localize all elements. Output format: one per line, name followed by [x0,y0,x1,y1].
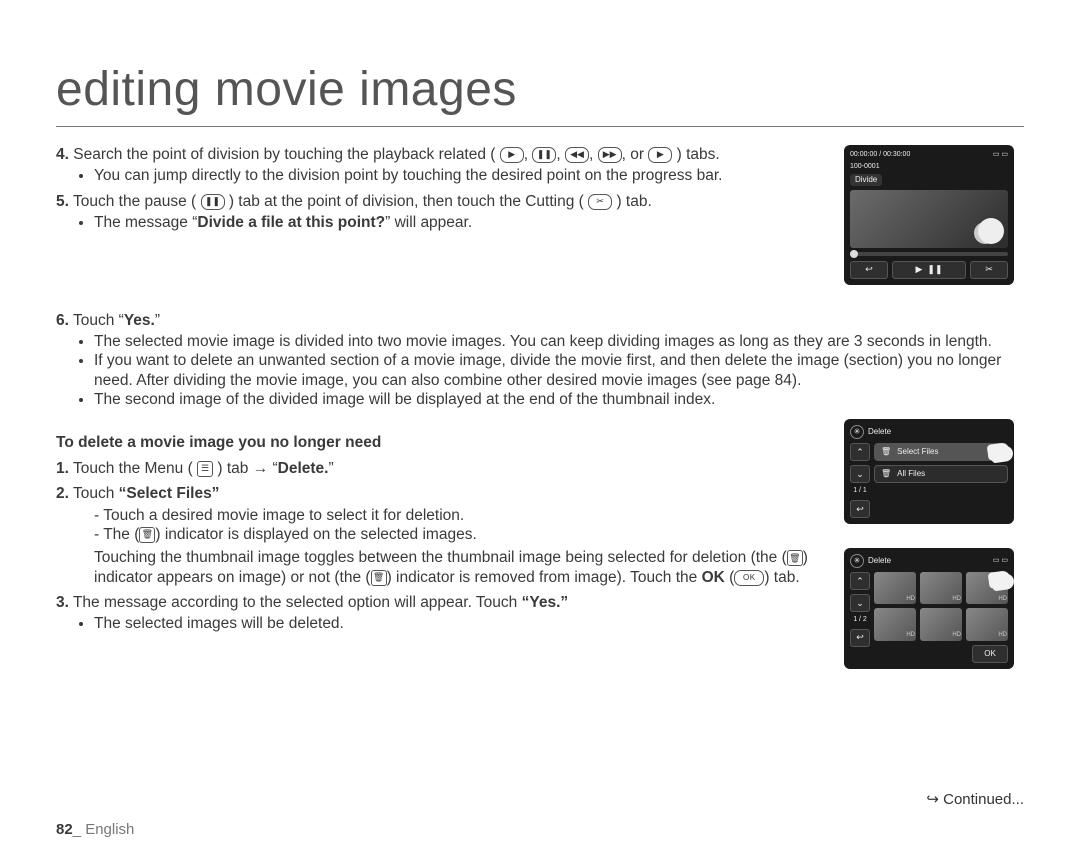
page-footer: 82_ English [56,821,1024,840]
trash-icon: 🗑 [881,469,891,479]
steps-list: 4. Search the point of division by touch… [56,145,828,233]
trash-icon: 🗑 [787,550,803,566]
steps-list-cont: 6. Touch “Yes.” The selected movie image… [56,311,1024,410]
step-text-end: ) tabs. [677,146,720,163]
step-number: 6. [56,312,69,329]
step6-bullet3: The second image of the divided image wi… [94,390,1024,409]
cam2-title: Delete [868,427,891,437]
page-title: editing movie images [56,60,1024,120]
pause-icon: ❚❚ [201,194,225,210]
title-rule [56,126,1024,127]
cam1-indicators: ▭ ▭ [993,151,1008,160]
reel-icon: ✳ [850,554,864,568]
delete-step-2: 2. Touch “Select Files” Touch a desired … [56,484,828,587]
thumb-1[interactable]: HD [874,572,916,604]
ok-icon: OK [734,570,764,586]
thumb-4[interactable]: HD [874,608,916,640]
d2-dash1: Touch a desired movie image to select it… [94,506,828,525]
cut-icon[interactable]: ✂ [970,261,1008,279]
step6-bullet1: The selected movie image is divided into… [94,332,1024,351]
right-column-2: ✳ Delete ⌃ ⌄ 1 / 1 ↩ 🗑 Select Files [844,419,1024,692]
content-columns: 4. Search the point of division by touch… [56,145,1024,309]
back-icon[interactable]: ↩ [850,629,870,647]
delete-steps: 1. Touch the Menu ( ☰ ) tab → “Delete.” … [56,459,828,634]
right-column-1: 00:00:00 / 00:30:00 ▭ ▭ 100-0001 Divide … [844,145,1024,309]
trash-icon: 🗑 [881,447,891,457]
delete-left: To delete a movie image you no longer ne… [56,419,828,692]
page-number: 82 [56,821,73,838]
delete-step2-dashes: Touch a desired movie image to select it… [56,506,828,545]
flower-graphic [978,218,1004,244]
d2-dash3: Touching the thumbnail image toggles bet… [56,548,828,587]
up-icon[interactable]: ⌃ [850,443,870,461]
cam1-file: 100-0001 [850,163,1008,172]
thumb-5[interactable]: HD [920,608,962,640]
step-text: Search the point of division by touching… [73,146,495,163]
step6-bullets: The selected movie image is divided into… [56,332,1024,410]
play2-icon: ▶ [648,147,672,163]
delete-step3-bullets: The selected images will be deleted. [56,614,828,633]
page-number-block: 82_ English [56,821,134,840]
play-pause-icon[interactable]: ▶ ❚❚ [892,261,966,279]
step4-bullets: You can jump directly to the division po… [56,166,828,185]
cam2-pager: 1 / 1 [850,487,870,496]
menu-icon: ☰ [197,461,213,477]
back-icon[interactable]: ↩ [850,500,870,518]
down-icon[interactable]: ⌄ [850,594,870,612]
pause-icon: ❚❚ [532,147,556,163]
play-icon: ▶ [500,147,524,163]
thumb-row-1: HD HD HD [874,572,1008,604]
cam1-progress [850,252,1008,256]
page-lang: _ English [73,821,135,838]
step-6: 6. Touch “Yes.” The selected movie image… [56,311,1024,410]
step4-bullet1: You can jump directly to the division po… [94,166,828,185]
rewind-icon: ◀◀ [565,147,589,163]
ffwd-icon: ▶▶ [598,147,622,163]
trash-icon: 🗑 [139,527,155,543]
reel-icon: ✳ [850,425,864,439]
delete-section: To delete a movie image you no longer ne… [56,419,1024,692]
thumb-6[interactable]: HD [966,608,1008,640]
cam3-title: Delete [868,556,891,566]
camera-screenshot-divide: 00:00:00 / 00:30:00 ▭ ▭ 100-0001 Divide … [844,145,1014,285]
down-icon[interactable]: ⌄ [850,465,870,483]
thumb-3[interactable]: HD [966,572,1008,604]
cam1-topbar: 00:00:00 / 00:30:00 ▭ ▭ [850,151,1008,160]
cam1-time: 00:00:00 / 00:30:00 [850,151,910,160]
back-icon[interactable]: ↩ [850,261,888,279]
camera-screenshot-delete-thumbs: ✳ Delete ▭ ▭ ⌃ ⌄ 1 / 2 ↩ HD [844,548,1014,669]
delete-step-3: 3. The message according to the selected… [56,593,828,634]
cam3-pager: 1 / 2 [850,616,870,625]
cam3-indicators: ▭ ▭ [993,557,1008,566]
step6-bullet2: If you want to delete an unwanted sectio… [94,351,1024,390]
step-4: 4. Search the point of division by touch… [56,145,828,186]
cam1-preview [850,190,1008,248]
up-icon[interactable]: ⌃ [850,572,870,590]
d2-dash2: The (🗑) indicator is displayed on the se… [94,525,828,544]
all-files-row[interactable]: 🗑 All Files [874,465,1008,483]
continued-label: Continued... [926,791,1024,810]
left-column: 4. Search the point of division by touch… [56,145,828,309]
thumb-row-2: HD HD HD [874,608,1008,640]
select-files-row[interactable]: 🗑 Select Files [874,443,1008,461]
thumb-2[interactable]: HD [920,572,962,604]
d3-bullet1: The selected images will be deleted. [94,614,828,633]
ok-button[interactable]: OK [972,645,1008,663]
step-number: 5. [56,193,69,210]
cam1-controls: ↩ ▶ ❚❚ ✂ [850,261,1008,279]
trash-icon: 🗑 [371,570,387,586]
step5-bullets: The message “Divide a file at this point… [56,213,828,232]
delete-subhead: To delete a movie image you no longer ne… [56,433,828,452]
cam1-divide-label: Divide [850,174,882,186]
scissors-icon: ✂ [588,194,612,210]
delete-step-1: 1. Touch the Menu ( ☰ ) tab → “Delete.” [56,459,828,478]
camera-screenshot-delete-menu: ✳ Delete ⌃ ⌄ 1 / 1 ↩ 🗑 Select Files [844,419,1014,524]
step-number: 4. [56,146,69,163]
step5-bullet1: The message “Divide a file at this point… [94,213,828,232]
step-5: 5. Touch the pause ( ❚❚ ) tab at the poi… [56,192,828,233]
manual-page: editing movie images 4. Search the point… [0,0,1080,866]
